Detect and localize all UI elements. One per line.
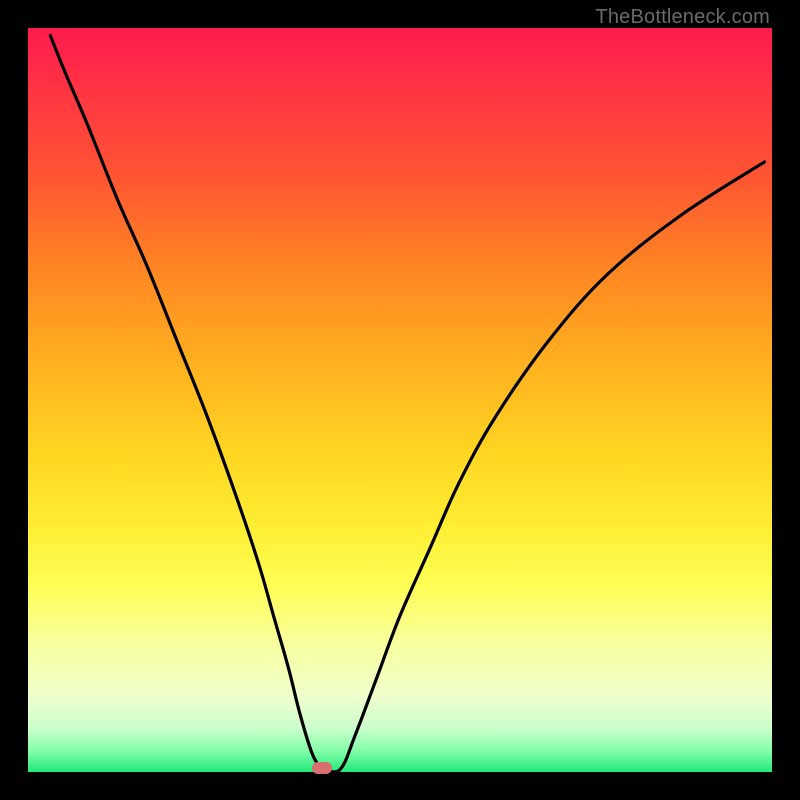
bottleneck-curve [50, 35, 764, 772]
optimal-point-marker [312, 762, 332, 774]
watermark-text: TheBottleneck.com [595, 6, 770, 29]
plot-area [28, 28, 772, 772]
curve-svg [28, 28, 772, 772]
chart-container: TheBottleneck.com [0, 0, 800, 800]
